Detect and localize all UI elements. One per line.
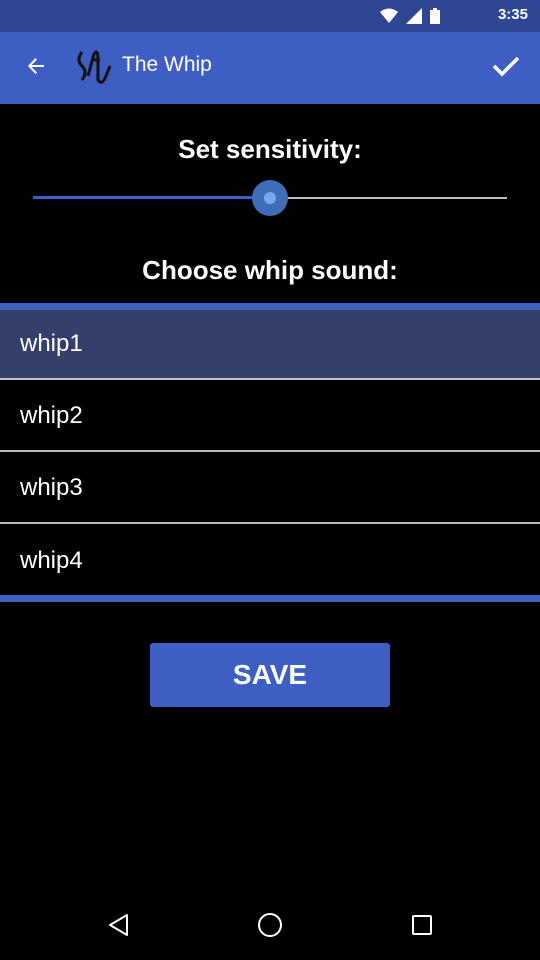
status-icons	[380, 8, 440, 29]
list-top-divider	[0, 303, 540, 310]
status-time: 3:35	[497, 6, 528, 23]
sensitivity-slider[interactable]	[33, 180, 507, 216]
list-bottom-divider	[0, 595, 540, 602]
square-recents-icon	[411, 914, 433, 941]
sound-option-whip4[interactable]: whip4	[0, 526, 540, 596]
battery-icon	[430, 8, 440, 29]
status-bar: 3:35	[0, 0, 540, 32]
circle-home-icon	[257, 912, 283, 943]
slider-thumb[interactable]	[264, 192, 276, 204]
app-bar: The Whip	[0, 32, 540, 104]
triangle-back-icon	[107, 913, 129, 942]
sound-option-whip2[interactable]: whip2	[0, 382, 540, 452]
nav-recents-button[interactable]	[406, 911, 438, 943]
signal-icon	[406, 8, 422, 29]
sound-option-whip3[interactable]: whip3	[0, 454, 540, 524]
back-button[interactable]	[16, 48, 56, 88]
confirm-button[interactable]	[486, 48, 526, 88]
whip-logo-icon	[74, 46, 118, 90]
navigation-bar	[0, 894, 540, 960]
app-title: The Whip	[122, 53, 212, 76]
wifi-icon	[380, 8, 398, 29]
save-button[interactable]: SAVE	[150, 643, 390, 707]
nav-back-button[interactable]	[102, 911, 134, 943]
nav-home-button[interactable]	[254, 911, 286, 943]
sound-label: Choose whip sound:	[142, 255, 398, 285]
arrow-back-icon	[27, 57, 45, 80]
sound-list: whip1 whip2 whip3 whip4	[0, 303, 540, 603]
sound-option-whip1[interactable]: whip1	[0, 310, 540, 380]
sensitivity-label: Set sensitivity:	[178, 134, 362, 164]
check-icon	[492, 55, 520, 82]
slider-track-fill	[33, 196, 270, 199]
